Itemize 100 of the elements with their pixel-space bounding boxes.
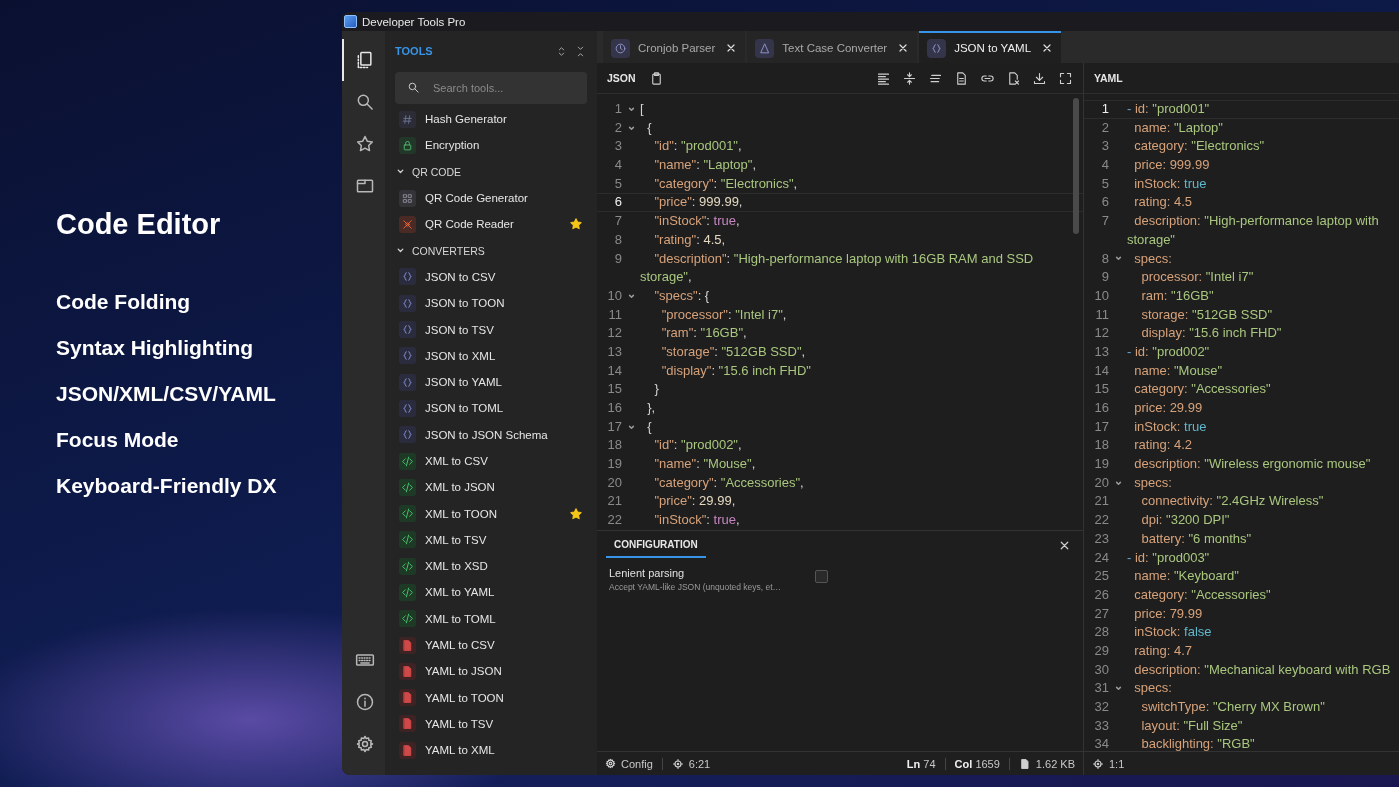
- tool-item[interactable]: XML to JSON: [395, 474, 587, 501]
- line-number: 7: [613, 212, 622, 231]
- editor-tab[interactable]: Cronjob Parser: [603, 31, 746, 63]
- line-number: 24: [1093, 548, 1109, 567]
- line-number: 10: [606, 286, 622, 305]
- tool-item[interactable]: XML to TOON: [395, 500, 587, 527]
- line-number: 4: [613, 156, 622, 175]
- config-button[interactable]: Config: [605, 757, 653, 770]
- code-line: "price": 29.99,: [653, 492, 736, 511]
- code-line: rating: 4.7: [1133, 641, 1193, 660]
- tool-item[interactable]: YAML to TOON: [395, 684, 587, 711]
- tool-item[interactable]: QR Code Generator: [395, 184, 587, 212]
- code-line: battery: "6 months": [1140, 529, 1252, 548]
- editor-tab[interactable]: Text Case Converter: [747, 31, 918, 63]
- tool-item[interactable]: JSON to TOML: [395, 395, 587, 422]
- line-number: 17: [606, 417, 622, 436]
- tool-item[interactable]: XML to YAML: [395, 579, 587, 606]
- code-line: - id: "prod001": [1127, 100, 1210, 118]
- code-line: rating: 4.5: [1133, 193, 1193, 212]
- code-line: storage": [1127, 230, 1175, 249]
- code-line: ram: "16GB": [1140, 286, 1214, 305]
- feature-label: Keyboard-Friendly DX: [56, 473, 278, 499]
- line-number: 6: [613, 193, 622, 212]
- line-number: 2: [1100, 118, 1109, 137]
- split-icon[interactable]: [902, 70, 917, 86]
- code-line: "inStock": true,: [653, 511, 740, 530]
- tool-item[interactable]: JSON to CSV: [395, 263, 587, 291]
- file-icon: [1018, 757, 1031, 770]
- tool-item[interactable]: JSON to TOON: [395, 290, 587, 317]
- line-number: 1: [613, 100, 622, 118]
- json-icon: [399, 426, 416, 444]
- qr-icon: [399, 189, 416, 207]
- document-icon[interactable]: [954, 70, 969, 86]
- code-line: category: "Accessories": [1133, 380, 1271, 399]
- code-line: inStock: true: [1133, 174, 1207, 193]
- line-number: 22: [606, 511, 622, 530]
- line-number: 12: [606, 324, 622, 343]
- checkbox[interactable]: [815, 570, 828, 583]
- code-line: {: [646, 417, 652, 436]
- line-number: 20: [1093, 473, 1109, 492]
- align-icon[interactable]: [876, 70, 891, 86]
- code-line: layout: "Full Size": [1140, 716, 1243, 735]
- tool-item[interactable]: Hash Generator: [395, 106, 587, 133]
- code-line: },: [646, 399, 656, 417]
- tool-item[interactable]: YAML to TSV: [395, 710, 587, 738]
- app-logo-icon: [344, 15, 357, 28]
- line-number: 34: [1093, 735, 1109, 751]
- tool-item[interactable]: YAML to XML: [395, 737, 587, 764]
- tool-item[interactable]: QR Code Reader: [395, 211, 587, 238]
- code-line: "processor": "Intel i7",: [660, 305, 787, 324]
- download-icon[interactable]: [1032, 70, 1047, 86]
- promo-title: Code Editor: [56, 208, 222, 241]
- search-field[interactable]: Search tools...: [395, 72, 587, 104]
- line-number: 27: [1093, 604, 1109, 623]
- code-line: name: "Laptop": [1133, 118, 1223, 137]
- xml-icon: [399, 531, 416, 549]
- code-line: display: "15.6 inch FHD": [1140, 324, 1282, 343]
- tool-item[interactable]: JSON to JSON Schema: [395, 421, 587, 448]
- tool-item[interactable]: JSON to XML: [395, 342, 587, 369]
- line-number: 3: [613, 137, 622, 156]
- yaml-icon: [399, 741, 416, 759]
- xml-icon: [399, 452, 416, 470]
- option-description: Accept YAML-like JSON (unquoted keys, et…: [609, 582, 783, 592]
- tool-item[interactable]: JSON to YAML: [395, 368, 587, 396]
- line-number: 5: [613, 174, 622, 193]
- line-number: 19: [606, 455, 622, 474]
- line-number: 1: [1100, 100, 1109, 118]
- tool-item[interactable]: XML to CSV: [395, 447, 587, 475]
- code-line: price: 79.99: [1133, 604, 1203, 623]
- target-icon: [671, 757, 684, 770]
- line-number: 20: [606, 473, 622, 492]
- json-icon: [399, 321, 416, 338]
- editor-tab[interactable]: JSON to YAML: [919, 31, 1062, 63]
- config-tab[interactable]: CONFIGURATION: [606, 532, 706, 558]
- tool-item[interactable]: XML to TSV: [395, 526, 587, 554]
- tool-item[interactable]: Encryption: [395, 132, 587, 159]
- line-number: 11: [607, 305, 622, 324]
- tool-item[interactable]: YAML to CSV: [395, 631, 587, 659]
- tool-item[interactable]: XML to XSD: [395, 553, 587, 580]
- line-number: 15: [1093, 380, 1109, 399]
- line-number: 16: [1093, 399, 1109, 417]
- clear-icon[interactable]: [1006, 70, 1021, 86]
- feature-label: JSON/XML/CSV/YAML: [56, 381, 277, 407]
- code-line: {: [646, 118, 652, 137]
- group-header[interactable]: CONVERTERS: [395, 237, 587, 264]
- line-number: 15: [606, 380, 622, 399]
- tool-item[interactable]: XML to TOML: [395, 605, 587, 632]
- code-line: description: "Wireless ergonomic mouse": [1133, 455, 1371, 474]
- tool-item[interactable]: YAML to JSON: [395, 658, 587, 685]
- scrollbar[interactable]: [1073, 98, 1079, 234]
- code-line: "ram": "16GB",: [660, 324, 747, 343]
- tool-item[interactable]: JSON to TSV: [395, 316, 587, 343]
- fullscreen-icon[interactable]: [1058, 70, 1073, 86]
- code-line: "category": "Electronics",: [653, 174, 798, 193]
- json-icon: [399, 373, 416, 391]
- yaml-icon: [399, 662, 416, 680]
- code-line: dpi: "3200 DPI": [1140, 511, 1230, 530]
- group-header[interactable]: QR CODE: [395, 158, 587, 185]
- line-number: 10: [1093, 286, 1109, 305]
- code-line: backlighting: "RGB": [1140, 735, 1255, 751]
